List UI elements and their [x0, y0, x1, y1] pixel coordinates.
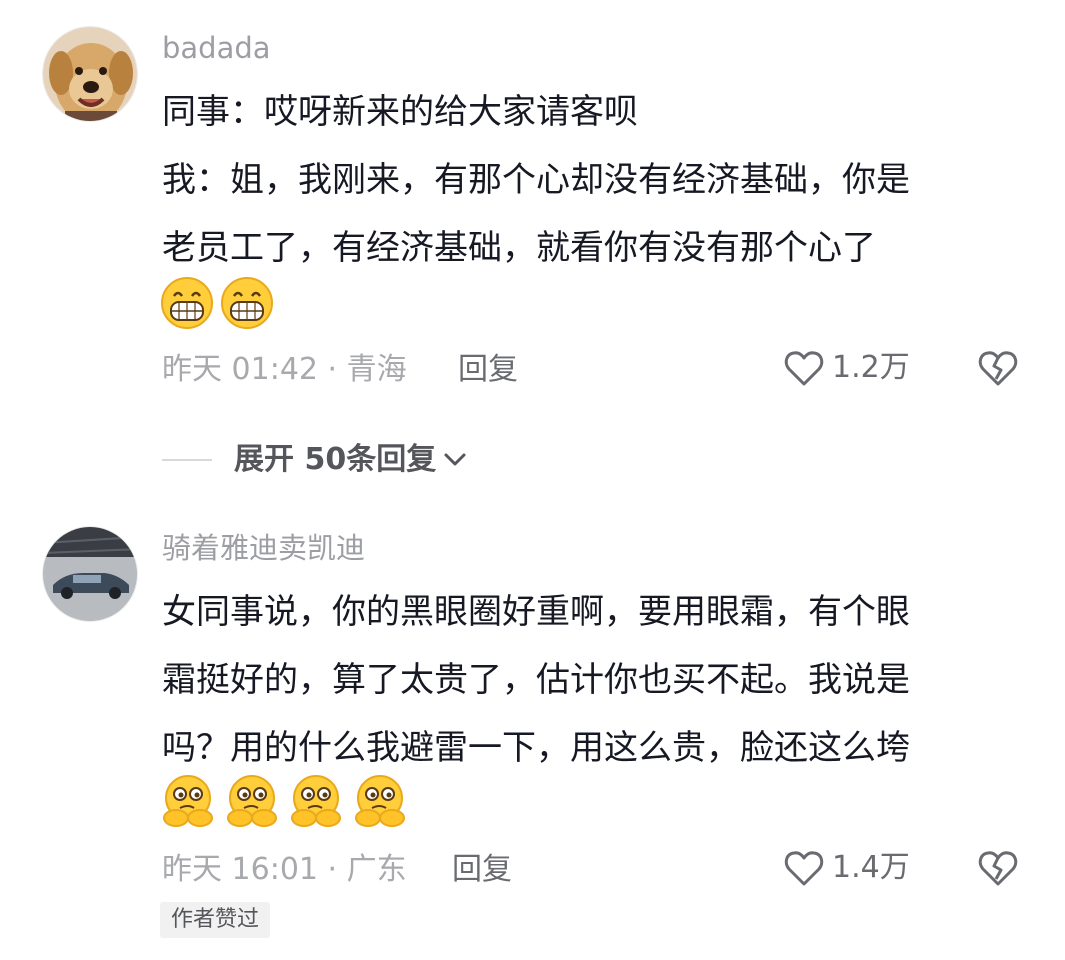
- comment-item: 骑着雅迪卖凯迪 女同事说，你的黑眼圈好重啊，要用眼霜，有个眼 霜挺好的，算了太贵…: [0, 0, 1065, 960]
- like-count: 1.4万: [832, 850, 910, 885]
- thinking-emoji: [163, 775, 213, 827]
- thinking-emoji: [291, 775, 341, 827]
- emoji-row: [160, 774, 410, 834]
- like-button[interactable]: 1.4万: [782, 846, 910, 890]
- thinking-emoji: [227, 775, 277, 827]
- dislike-button[interactable]: [976, 846, 1020, 894]
- author-liked-badge: 作者赞过: [160, 902, 271, 938]
- comment-text-line: 霜挺好的，算了太贵了，估计你也买不起。我说是: [162, 660, 910, 700]
- comment-text-line: 吗？用的什么我避雷一下，用这么贵，脸还这么垮: [162, 728, 910, 768]
- comment-text: 女同事说，你的黑眼圈好重啊，要用眼霜，有个眼 霜挺好的，算了太贵了，估计你也买不…: [162, 578, 1042, 782]
- broken-heart-icon: [978, 851, 1018, 886]
- reply-button[interactable]: 回复: [452, 850, 512, 890]
- comment-text-line: 女同事说，你的黑眼圈好重啊，要用眼霜，有个眼: [162, 592, 910, 632]
- comment-time-location: 昨天 16:01 · 广东: [162, 852, 407, 887]
- thinking-emoji: [355, 775, 405, 827]
- comment-username[interactable]: 骑着雅迪卖凯迪: [162, 528, 365, 568]
- avatar-car[interactable]: [42, 526, 138, 622]
- heart-icon: [784, 851, 824, 886]
